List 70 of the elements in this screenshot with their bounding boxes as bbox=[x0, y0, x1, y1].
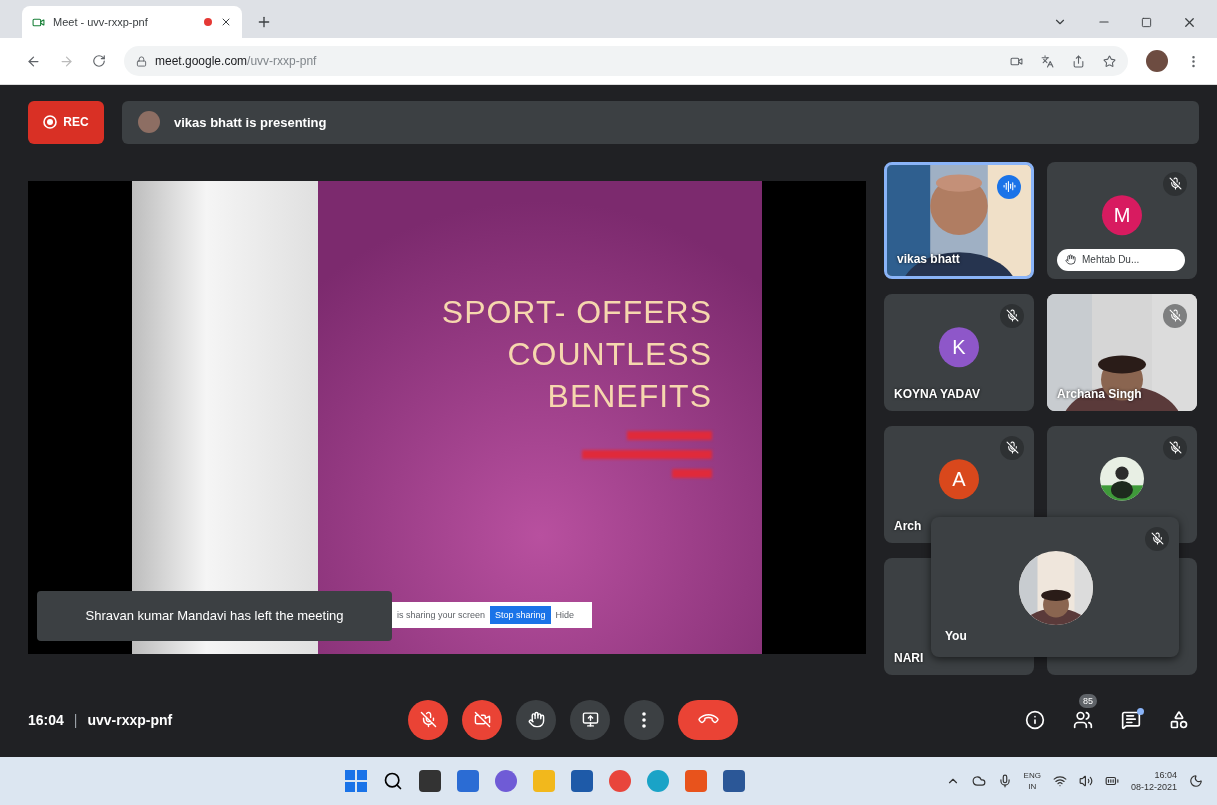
volume-icon[interactable] bbox=[1078, 774, 1093, 788]
hand-icon bbox=[1065, 254, 1076, 266]
mic-icon[interactable] bbox=[997, 774, 1012, 788]
stop-sharing-button[interactable]: Stop sharing bbox=[490, 605, 551, 624]
mic-off-icon bbox=[419, 711, 437, 729]
info-icon[interactable] bbox=[1025, 709, 1045, 730]
close-icon[interactable] bbox=[220, 16, 232, 28]
app-icon[interactable] bbox=[457, 770, 479, 792]
raised-hand-name: Mehtab Du... bbox=[1057, 248, 1185, 271]
reload-icon[interactable] bbox=[92, 54, 106, 68]
app-icon[interactable] bbox=[495, 770, 517, 792]
cloud-icon[interactable] bbox=[971, 774, 986, 788]
new-tab-icon[interactable] bbox=[256, 14, 272, 30]
language-indicator[interactable]: ENG IN bbox=[1023, 770, 1041, 792]
avatar-initial: K bbox=[939, 327, 979, 368]
battery-icon[interactable] bbox=[1104, 774, 1119, 788]
avatar-initial: M bbox=[1102, 195, 1142, 236]
profile-avatar[interactable] bbox=[1146, 50, 1168, 72]
present-icon bbox=[581, 711, 599, 729]
app-icon[interactable] bbox=[723, 770, 745, 792]
raise-hand-button[interactable] bbox=[516, 699, 556, 740]
sharing-message: is sharing your screen bbox=[397, 609, 486, 620]
moon-icon[interactable] bbox=[1189, 774, 1203, 788]
app-icon[interactable] bbox=[571, 770, 593, 792]
participant-name: Arch bbox=[894, 518, 922, 533]
lock-icon bbox=[136, 55, 147, 67]
notification-toast: Shravan kumar Mandavi has left the meeting bbox=[37, 590, 392, 641]
app-icon[interactable] bbox=[609, 770, 631, 792]
activities-icon[interactable] bbox=[1169, 709, 1189, 730]
participant-name: You bbox=[945, 628, 967, 643]
avatar bbox=[138, 111, 160, 134]
search-icon[interactable] bbox=[383, 771, 403, 791]
app-icon[interactable] bbox=[419, 770, 441, 792]
separator: | bbox=[73, 711, 78, 728]
clock[interactable]: 16:04 08-12-2021 bbox=[1130, 769, 1177, 793]
leave-call-button[interactable] bbox=[678, 699, 738, 740]
hand-icon bbox=[527, 711, 545, 729]
start-icon[interactable] bbox=[345, 770, 367, 792]
tab-title: Meet - uvv-rxxp-pnf bbox=[53, 16, 149, 28]
url-text: meet.google.com/uvv-rxxp-pnf bbox=[155, 54, 317, 68]
people-icon[interactable] bbox=[1073, 709, 1093, 730]
more-icon bbox=[642, 711, 646, 728]
meeting-time: 16:04 bbox=[28, 711, 64, 728]
browser-tab[interactable]: Meet - uvv-rxxp-pnf bbox=[22, 6, 242, 38]
translate-icon[interactable] bbox=[1041, 54, 1054, 68]
share-icon[interactable] bbox=[1072, 54, 1085, 68]
record-icon bbox=[43, 115, 58, 130]
camera-off-icon bbox=[473, 711, 491, 729]
slide-title: BENEFITS bbox=[547, 376, 712, 416]
present-button[interactable] bbox=[570, 699, 610, 740]
slide-title: COUNTLESS bbox=[507, 334, 712, 374]
camera-off-button[interactable] bbox=[462, 699, 502, 740]
address-bar[interactable]: meet.google.com/uvv-rxxp-pnf bbox=[124, 46, 1128, 76]
meeting-code: uvv-rxxp-pnf bbox=[87, 711, 173, 728]
back-icon[interactable] bbox=[26, 53, 41, 69]
wifi-icon[interactable] bbox=[1052, 774, 1067, 788]
count-badge: 85 bbox=[1079, 693, 1097, 708]
star-icon[interactable] bbox=[1103, 54, 1116, 68]
maximize-icon[interactable] bbox=[1141, 16, 1152, 28]
mic-off-button[interactable] bbox=[408, 699, 448, 740]
hide-link[interactable]: Hide bbox=[555, 609, 575, 620]
avatar-initial: A bbox=[939, 459, 979, 500]
participant-name: NARI bbox=[894, 650, 924, 665]
presenting-text: vikas bhatt is presenting bbox=[174, 114, 327, 130]
participant-name: vikas bhatt bbox=[897, 251, 960, 266]
slide-title: SPORT- OFFERS bbox=[441, 292, 712, 332]
participant-name: KOYNA YADAV bbox=[894, 386, 981, 401]
recording-indicator: REC bbox=[28, 101, 104, 144]
more-options-button[interactable] bbox=[624, 699, 664, 740]
chat-icon[interactable] bbox=[1121, 709, 1141, 730]
